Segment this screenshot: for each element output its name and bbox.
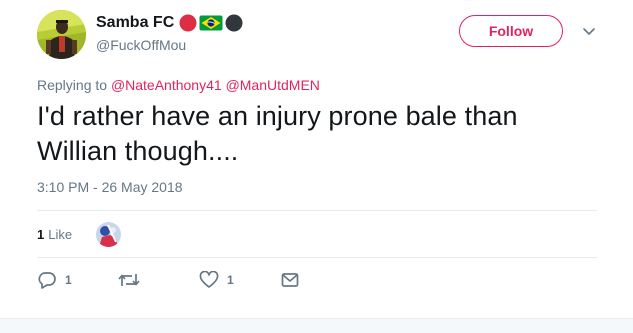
mention-link-nateanthony41[interactable]: @NateAnthony41 [111, 77, 222, 93]
name-emojis [179, 14, 243, 32]
like-count: 1 [227, 273, 234, 287]
replying-to-line: Replying to @NateAnthony41 @ManUtdMEN [37, 77, 320, 93]
likes-summary[interactable]: 1 Like [37, 222, 72, 246]
author-display-name[interactable]: Samba FC [96, 14, 174, 32]
replying-prefix: Replying to [37, 77, 108, 93]
tweet-timestamp[interactable]: 3:10 PM - 26 May 2018 [37, 179, 183, 195]
liker-avatar-image [96, 222, 121, 247]
likes-label: Like [48, 226, 73, 242]
retweet-icon [118, 274, 140, 286]
red-circle-emoji [179, 14, 197, 32]
liker-avatar[interactable] [96, 222, 121, 247]
follow-button[interactable]: Follow [459, 15, 563, 47]
reply-action[interactable]: 1 [37, 270, 72, 290]
direct-message-action[interactable] [280, 270, 300, 290]
author-handle[interactable]: @FuckOffMou [96, 37, 186, 53]
brazil-flag-emoji [199, 15, 223, 31]
message-icon [281, 273, 299, 287]
divider-bottom [37, 257, 597, 258]
black-circle-emoji [225, 14, 243, 32]
page-background-strip [0, 318, 633, 333]
avatar-image [37, 10, 86, 59]
likes-count: 1 [37, 226, 45, 242]
retweet-action[interactable] [118, 270, 148, 290]
heart-icon [199, 271, 219, 288]
author-avatar[interactable] [37, 10, 86, 59]
mention-link-manutdmen[interactable]: @ManUtdMEN [226, 77, 320, 93]
tweet-text: I'd rather have an injury prone bale tha… [37, 101, 518, 166]
chevron-down-icon[interactable] [581, 25, 597, 39]
reply-count: 1 [65, 273, 72, 287]
like-action[interactable]: 1 [199, 270, 234, 290]
tweet-card: Samba FC @FuckOffMou Follow Replying to … [0, 0, 633, 318]
divider-top [37, 210, 597, 211]
reply-icon [38, 272, 56, 289]
author-name-row[interactable]: Samba FC [96, 12, 243, 34]
